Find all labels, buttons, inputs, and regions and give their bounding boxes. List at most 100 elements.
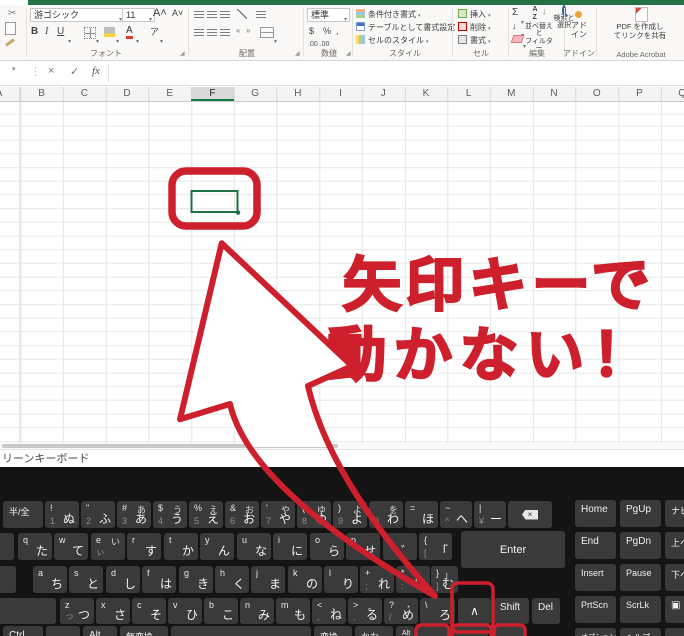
osk-key-hankaku-zenkaku[interactable]: 半/全 — [3, 501, 43, 528]
osk-key-た[interactable]: qた — [18, 533, 52, 560]
scrollbar-thumb[interactable] — [2, 444, 338, 448]
column-header-N[interactable]: N — [533, 87, 576, 101]
font-color-button[interactable]: A — [126, 26, 133, 39]
osk-key-arrow-up[interactable]: ∧ — [458, 598, 491, 624]
align-top-icon[interactable] — [194, 9, 204, 18]
osk-key-ろ[interactable]: \ろ — [420, 598, 455, 624]
osk-key-わ[interactable]: を0わ — [369, 501, 403, 528]
shrink-font-button[interactable]: A˅ — [172, 6, 183, 20]
underline-button[interactable]: U — [57, 25, 64, 39]
osk-key-か[interactable]: tか — [164, 533, 198, 560]
osk-key-muhenkan[interactable]: 無変換 — [120, 626, 168, 636]
align-left-icon[interactable] — [194, 27, 204, 36]
osk-key-alt-left[interactable]: Alt — [83, 626, 117, 636]
column-header-B[interactable]: B — [20, 87, 63, 101]
osk-key-れ[interactable]: +;れ — [360, 566, 394, 593]
increase-indent-icon[interactable]: » — [246, 24, 250, 38]
cells-button-2[interactable]: 書式 — [458, 35, 506, 48]
chevron-down-icon[interactable] — [116, 30, 119, 48]
osk-key-space[interactable] — [171, 626, 311, 636]
osk-key-move-up[interactable]: 上へ — [665, 532, 684, 559]
osk-key-「[interactable]: {[「 — [419, 533, 452, 560]
osk-key-shift-left[interactable] — [0, 598, 56, 624]
osk-key-う[interactable]: $う4う — [153, 501, 187, 528]
osk-key-と[interactable]: sと — [69, 566, 103, 593]
osk-key-ー[interactable]: |¥ー — [474, 501, 506, 528]
osk-key-help[interactable]: ヘルプ — [620, 628, 661, 636]
column-header-Q[interactable]: Q — [661, 87, 684, 101]
osk-key-end[interactable]: End — [575, 532, 616, 559]
osk-key-prtscn[interactable]: PrtScn — [575, 596, 616, 623]
styles-button-2[interactable]: セルのスタイル — [356, 35, 460, 48]
osk-key-insert[interactable]: Insert — [575, 564, 616, 591]
fill-color-button[interactable] — [104, 27, 115, 37]
column-header-I[interactable]: I — [319, 87, 362, 101]
osk-key-そ[interactable]: cそ — [132, 598, 166, 624]
osk-key-caps[interactable] — [0, 566, 16, 593]
align-right-icon[interactable] — [220, 27, 230, 36]
osk-key-ctrl[interactable]: Ctrl — [3, 626, 43, 636]
osk-key-も[interactable]: mも — [276, 598, 310, 624]
osk-key-よ[interactable]: )よ9よ — [333, 501, 367, 528]
osk-key-ほ[interactable]: =ほ — [405, 501, 438, 528]
osk-key-arrow-right[interactable]: > — [491, 626, 524, 636]
align-middle-icon[interactable] — [207, 9, 217, 18]
osk-key-る[interactable]: >。.る — [348, 598, 382, 624]
merge-center-icon[interactable] — [260, 27, 274, 38]
insert-function-button[interactable]: fx — [92, 65, 100, 77]
osk-key-shift-right[interactable]: Shift — [494, 598, 529, 624]
format-painter-icon[interactable] — [5, 38, 15, 46]
wrap-text-icon[interactable] — [256, 9, 266, 18]
osk-key-せ[interactable]: pせ — [346, 533, 380, 560]
column-header-O[interactable]: O — [575, 87, 618, 101]
chevron-down-icon[interactable] — [96, 30, 99, 48]
osk-key-ん[interactable]: yん — [200, 533, 234, 560]
osk-key-け[interactable]: *:け — [396, 566, 430, 593]
fill-button[interactable]: ↓ — [512, 19, 517, 33]
osk-key-move-down[interactable]: 下へ — [665, 564, 684, 591]
number-dialog-launcher[interactable]: ◢ — [346, 50, 351, 57]
osk-key-き[interactable]: gき — [179, 566, 213, 593]
chevron-down-icon[interactable] — [160, 30, 163, 48]
osk-key-む[interactable]: }」]む — [431, 566, 458, 593]
osk-key-win[interactable] — [46, 626, 80, 636]
osk-key-さ[interactable]: xさ — [96, 598, 130, 624]
chevron-down-icon[interactable] — [136, 30, 139, 48]
osk-key-り[interactable]: lり — [324, 566, 358, 593]
column-header-P[interactable]: P — [618, 87, 661, 101]
osk-key-や[interactable]: 'や7や — [261, 501, 295, 528]
enter-button[interactable]: ✓ — [70, 65, 79, 78]
osk-key-delete[interactable]: Del — [532, 598, 560, 624]
osk-key-ね[interactable]: <、,ね — [312, 598, 346, 624]
column-header-G[interactable]: G — [234, 87, 277, 101]
decrease-indent-icon[interactable]: « — [236, 24, 240, 38]
column-header-A[interactable]: A — [0, 87, 20, 101]
name-box-dropdown[interactable]: ▾ — [12, 65, 16, 73]
osk-key-こ[interactable]: bこ — [204, 598, 238, 624]
borders-button[interactable] — [84, 27, 96, 39]
osk-key-backspace[interactable]: × — [508, 501, 552, 528]
osk-key-ま[interactable]: jま — [251, 566, 285, 593]
osk-key-pgup[interactable]: PgUp — [620, 500, 661, 527]
column-header-H[interactable]: H — [277, 87, 320, 101]
osk-key-み[interactable]: nみ — [240, 598, 274, 624]
osk-key-pgdn[interactable]: PgDn — [620, 532, 661, 559]
autosum-button[interactable]: Σ — [512, 6, 518, 20]
font-size-combobox[interactable]: 11 — [122, 8, 155, 22]
osk-key-nav[interactable]: ナビ — [665, 500, 684, 527]
cells-button-1[interactable]: 削除 — [458, 22, 506, 35]
osk-key-henkan[interactable]: 変換 — [314, 626, 352, 636]
osk-key-arrow-left[interactable]: < — [417, 626, 449, 636]
osk-key-tab[interactable] — [0, 533, 14, 560]
addins-button[interactable]: アド イン — [564, 21, 594, 39]
currency-button[interactable]: $ — [309, 24, 314, 38]
osk-key-kana[interactable]: かな — [355, 626, 393, 636]
osk-key-お[interactable]: &お6お — [225, 501, 259, 528]
osk-key-fade[interactable] — [665, 628, 684, 636]
osk-key-pause[interactable]: Pause — [620, 564, 661, 591]
percent-button[interactable]: % — [323, 24, 331, 38]
column-header-E[interactable]: E — [148, 87, 191, 101]
osk-key-arrow-down[interactable]: ∨ — [452, 626, 488, 636]
osk-key-enter[interactable]: Enter — [461, 531, 565, 568]
column-header-C[interactable]: C — [63, 87, 106, 101]
